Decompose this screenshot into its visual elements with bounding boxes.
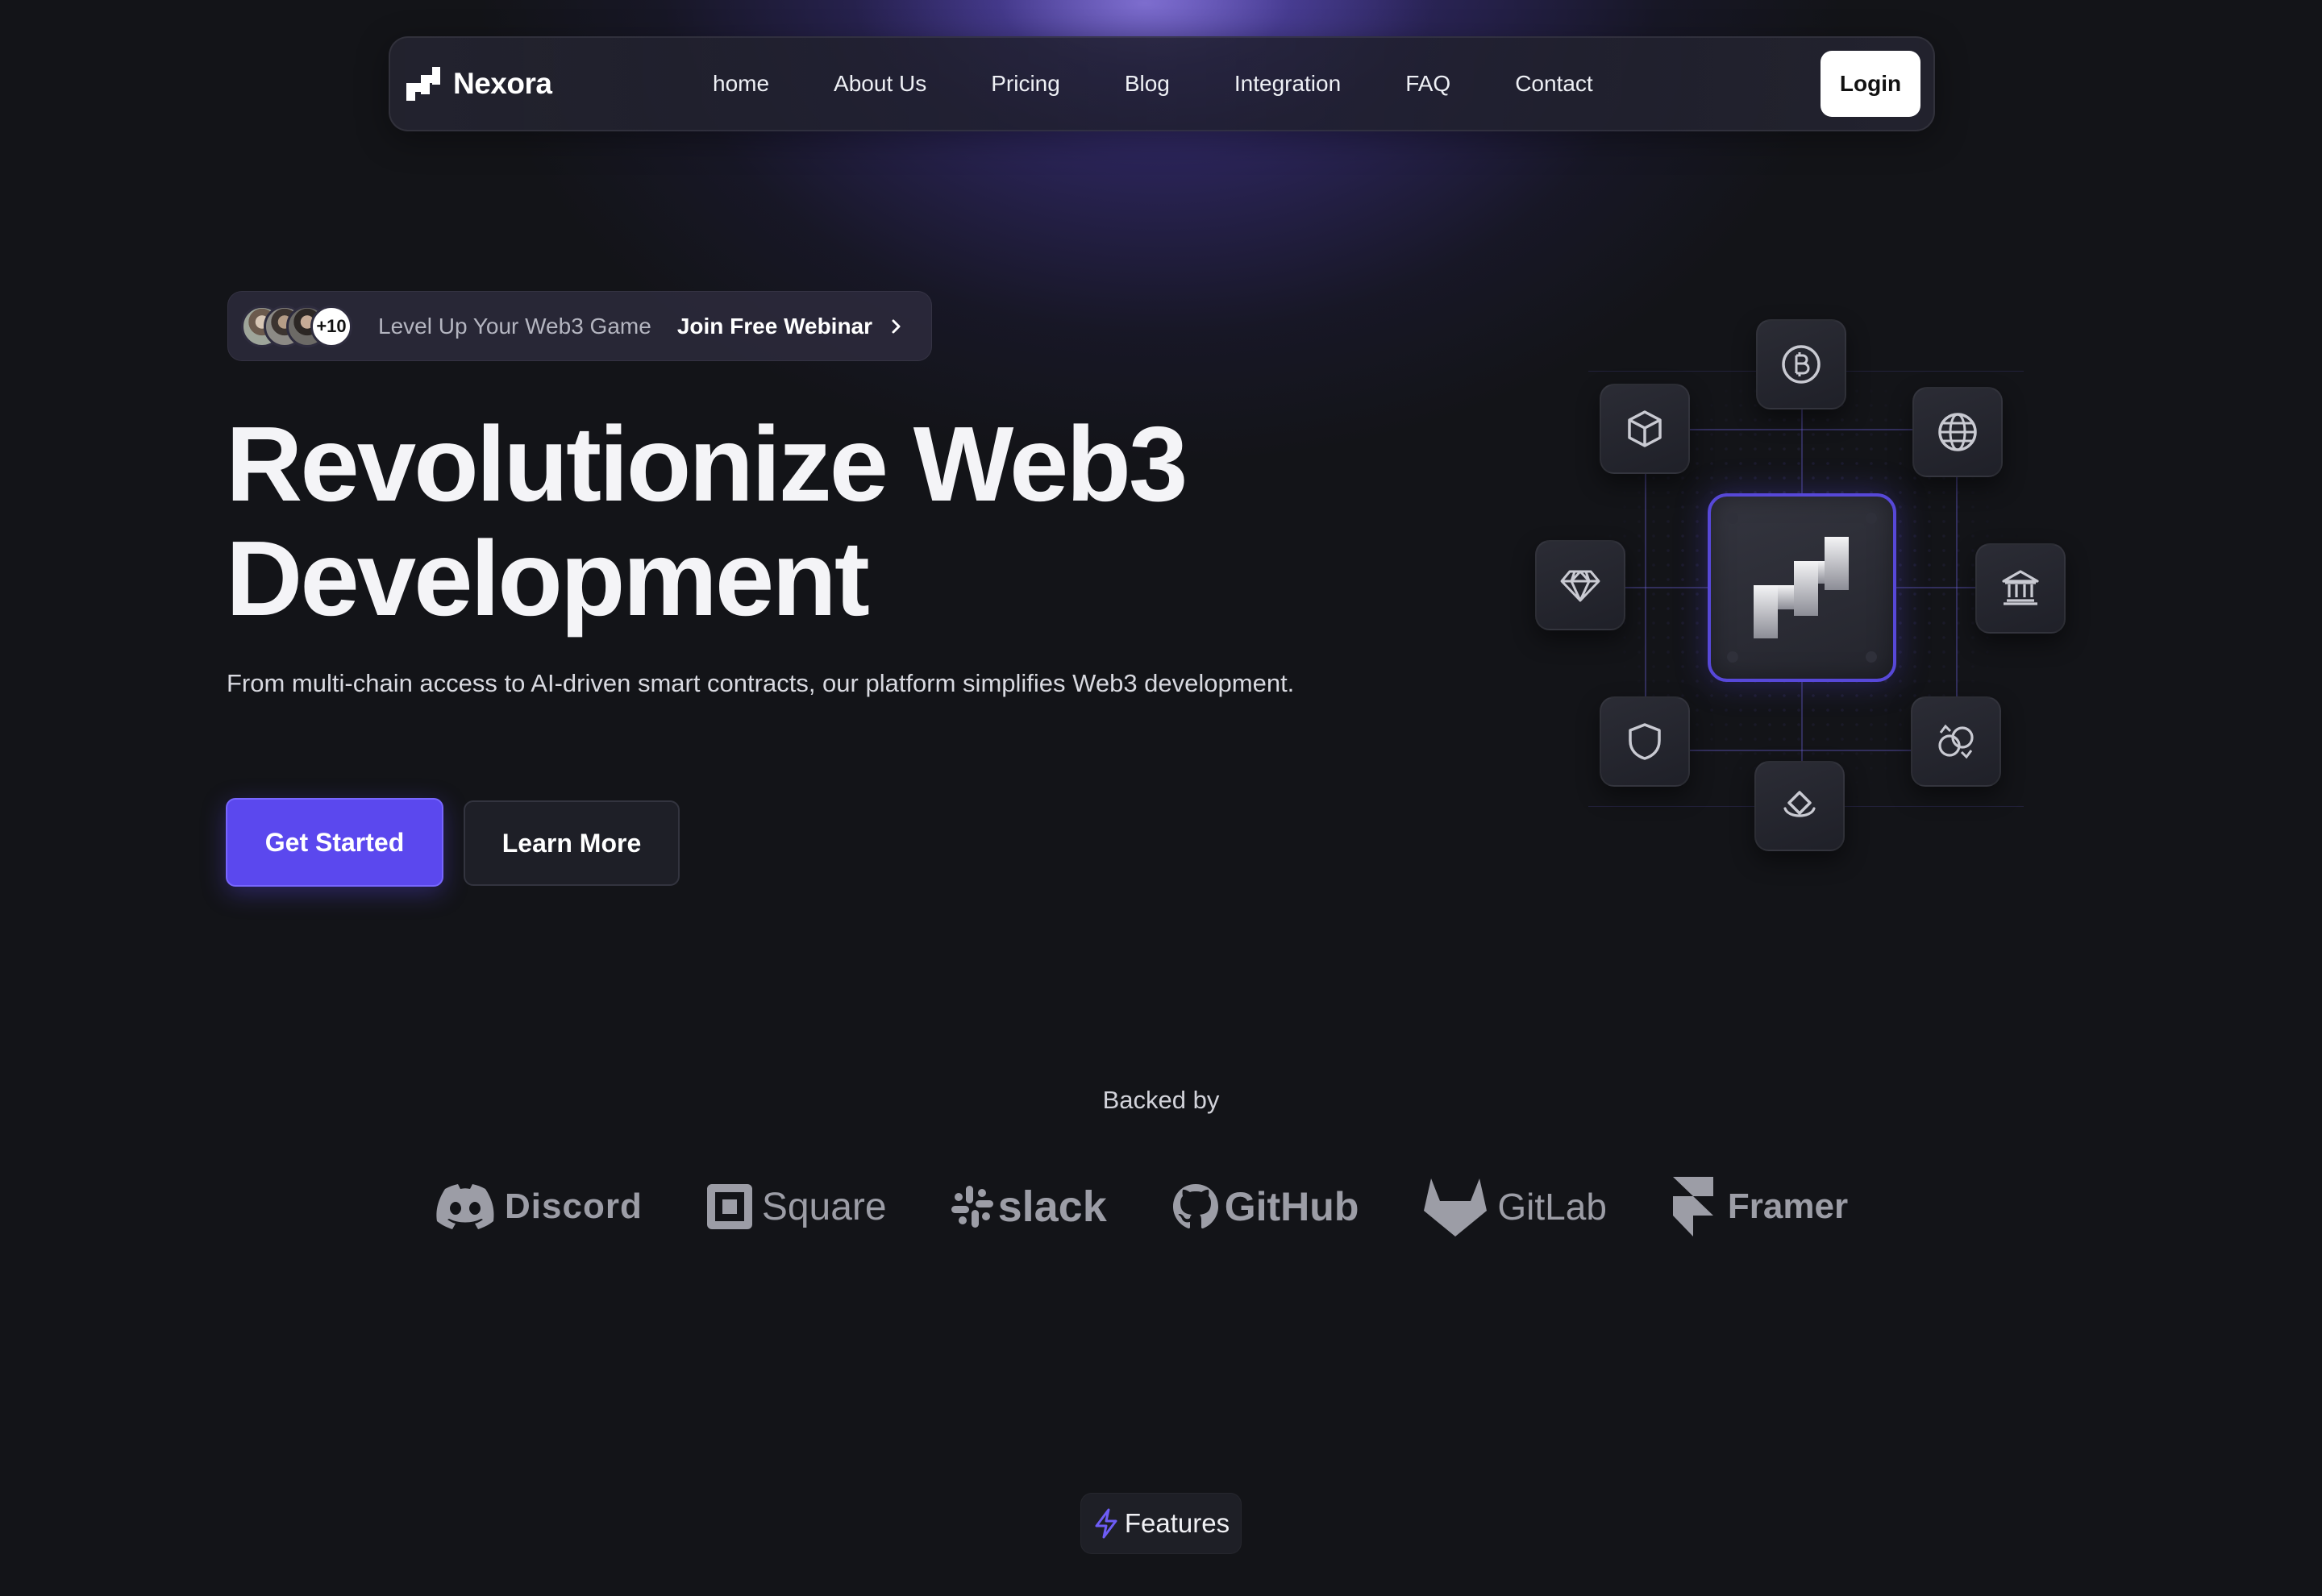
logo-slack: slack (951, 1182, 1107, 1232)
network-graphic (1516, 306, 2096, 871)
logo-discord-label: Discord (505, 1187, 643, 1226)
landing-page: Nexora home About Us Pricing Blog Integr… (0, 0, 2322, 1596)
slack-icon (951, 1186, 993, 1228)
nav-links: home About Us Pricing Blog Integration F… (713, 38, 1658, 130)
bitcoin-icon (1782, 345, 1821, 384)
get-started-button[interactable]: Get Started (226, 798, 443, 887)
discord-icon (436, 1184, 494, 1229)
logo-square: Square (706, 1184, 887, 1229)
nav-link-integration[interactable]: Integration (1234, 71, 1341, 97)
logo-github: GitHub (1171, 1182, 1359, 1231)
chevron-right-icon (892, 319, 901, 333)
backed-by-title: Backed by (1102, 1086, 1220, 1114)
network-node-bitcoin (1756, 319, 1846, 409)
shield-icon (1629, 723, 1661, 760)
nexora-stairs-icon (1754, 537, 1849, 638)
corner-dot (1727, 513, 1738, 524)
network-node-shield (1600, 696, 1690, 787)
network-node-diamond (1535, 540, 1625, 630)
github-icon (1172, 1184, 1218, 1228)
nav-link-faq[interactable]: FAQ (1405, 71, 1450, 97)
network-node-chainlink (1754, 761, 1845, 851)
brand[interactable]: Nexora (405, 65, 552, 102)
network-node-globe (1912, 387, 2003, 477)
nav-link-about-us[interactable]: About Us (834, 71, 926, 97)
logo-discord: Discord (435, 1184, 643, 1229)
network-node-bank (1975, 543, 2066, 634)
corner-dot (1866, 513, 1877, 524)
framer-icon (1672, 1177, 1713, 1236)
diamond-icon (1560, 570, 1600, 602)
brand-name: Nexora (453, 67, 552, 100)
learn-more-button[interactable]: Learn More (464, 800, 680, 886)
avatar-count-badge: +10 (310, 305, 352, 347)
network-node-cube (1600, 384, 1690, 474)
logo-gitlab-label: GitLab (1497, 1186, 1607, 1228)
logo-slack-label: slack (997, 1182, 1107, 1231)
hero-title: Revolutionize Web3 Development (226, 407, 1435, 636)
cube-icon (1628, 410, 1662, 447)
announcement-text: Level Up Your Web3 Game (378, 313, 651, 339)
globe-icon (1938, 413, 1977, 451)
lightning-icon (1095, 1508, 1117, 1539)
login-button[interactable]: Login (1821, 51, 1920, 117)
logo-gitlab: GitLab (1423, 1177, 1607, 1236)
logo-framer: Framer (1671, 1177, 1848, 1236)
hero-title-line-2: Development (226, 519, 870, 638)
webinar-announcement[interactable]: +10 Level Up Your Web3 Game Join Free We… (227, 291, 932, 361)
network-center-node (1708, 493, 1896, 682)
nav-link-home[interactable]: home (713, 71, 769, 97)
hero-subtitle: From multi-chain access to AI-driven sma… (227, 669, 1295, 697)
nexora-stairs-icon (406, 67, 440, 101)
bank-icon (2002, 570, 2039, 605)
connector-line (1645, 429, 1958, 430)
exchange-icon (1938, 724, 1974, 759)
backer-logos: Discord Square slack GitHub GitLab Frame… (435, 1170, 1912, 1243)
nav-link-blog[interactable]: Blog (1125, 71, 1170, 97)
avatar-stack: +10 (241, 302, 378, 351)
corner-dot (1727, 651, 1738, 663)
corner-dot (1866, 651, 1877, 663)
network-node-exchange (1911, 696, 2001, 787)
square-icon (706, 1184, 752, 1229)
hero-title-line-1: Revolutionize Web3 (226, 405, 1188, 523)
gitlab-icon (1424, 1178, 1488, 1236)
logo-square-label: Square (761, 1185, 887, 1228)
chainlink-icon (1783, 791, 1816, 817)
join-webinar-link[interactable]: Join Free Webinar (677, 314, 872, 339)
logo-github-label: GitHub (1224, 1184, 1359, 1229)
features-badge: Features (1080, 1493, 1242, 1554)
logo-framer-label: Framer (1727, 1187, 1849, 1226)
features-label: Features (1124, 1508, 1230, 1538)
top-navbar: Nexora home About Us Pricing Blog Integr… (389, 36, 1935, 131)
nav-link-contact[interactable]: Contact (1515, 71, 1593, 97)
nav-link-pricing[interactable]: Pricing (991, 71, 1060, 97)
